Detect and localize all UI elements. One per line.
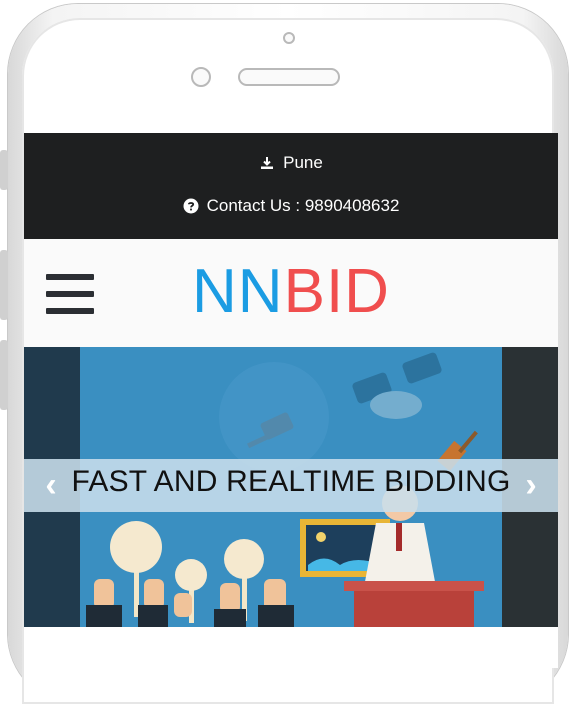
top-info-bar: Pune Contact Us : 9890408632 [24, 133, 558, 239]
location-text: Pune [283, 153, 323, 172]
phone-speaker [238, 68, 340, 86]
site-logo[interactable]: NNBID [24, 259, 558, 325]
phone-camera [283, 32, 295, 44]
content-area [24, 627, 558, 668]
contact-text: Contact Us : 9890408632 [206, 196, 400, 215]
contact-row[interactable]: Contact Us : 9890408632 [24, 196, 558, 216]
carousel-prev-button[interactable]: ‹ [36, 467, 66, 503]
carousel-caption: FAST AND REALTIME BIDDING [71, 465, 511, 498]
question-circle-icon [183, 198, 199, 214]
hero-carousel: FAST AND REALTIME BIDDING ‹ › [24, 347, 558, 627]
phone-side-button [0, 150, 8, 190]
download-icon [259, 155, 275, 171]
location-row[interactable]: Pune [24, 153, 558, 173]
site-header: NNBID [24, 239, 558, 348]
phone-volume-button [0, 340, 8, 410]
phone-screen: Pune Contact Us : 9890408632 NNBID FAST … [24, 133, 558, 668]
carousel-next-button[interactable]: › [516, 467, 546, 503]
phone-sensor [191, 67, 211, 87]
phone-volume-button [0, 250, 8, 320]
